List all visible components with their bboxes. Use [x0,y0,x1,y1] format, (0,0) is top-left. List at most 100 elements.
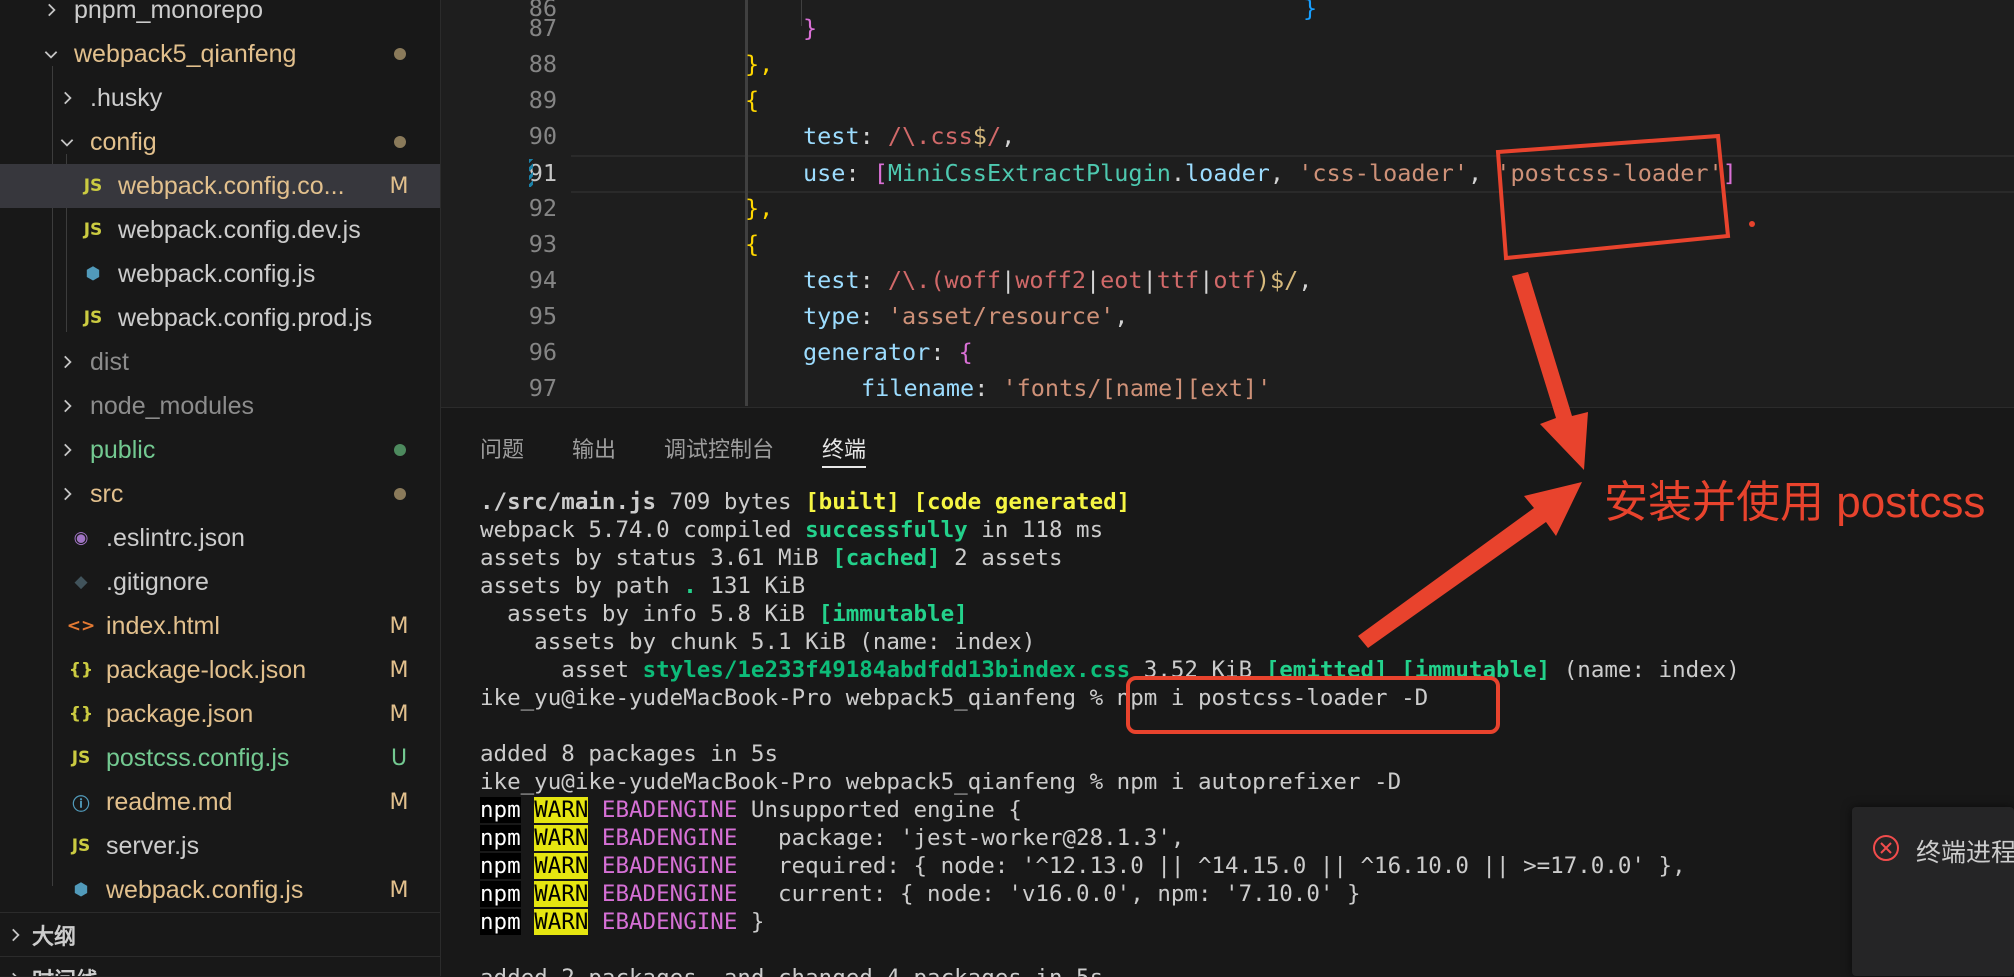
terminal-text: Unsupported engine { [737,797,1022,823]
sidebar-item-server-js[interactable]: JS server.js [0,824,440,868]
code-token: MiniCssExtractPlugin [887,159,1171,187]
sidebar-item-dist[interactable]: dist [0,340,440,384]
sidebar-item-webpack-config-prod-js[interactable]: JS webpack.config.prod.js [0,296,440,340]
sidebar-item-label: pnpm_monorepo [74,0,264,24]
error-icon [1872,834,1900,862]
code-token: { [745,86,760,114]
code-token: , [1269,159,1299,187]
sidebar-item--gitignore[interactable]: ◆ .gitignore [0,560,440,604]
notification-toast[interactable]: 终端进程 [1852,807,2014,976]
terminal-text: EBADENGINE [601,909,738,935]
terminal-text: npm [480,909,521,935]
terminal-text: [emitted] [immutable] [1265,657,1551,683]
code-token: 'asset/resource' [887,302,1115,330]
git-status-badge: M [389,701,409,727]
sidebar-item-readme-md[interactable]: ⓘ readme.md M [0,780,440,824]
terminal-text: WARN [534,909,589,935]
file-type-icon: ◉ [73,528,89,548]
sidebar-item-pnpm-monorepo[interactable]: pnpm_monorepo [0,0,440,32]
sidebar-item-node-modules[interactable]: node_modules [0,384,440,428]
line-number: 89 [528,86,557,114]
terminal-warn-line: npm WARN EBADENGINE } [480,908,1740,936]
sidebar-item-package-json[interactable]: {} package.json M [0,692,440,736]
file-type-icon: <> [66,616,96,636]
code-token: )$/ [1255,266,1299,294]
git-status-dot [394,488,406,500]
code-editor[interactable]: 86 } 87 } 88 }, 89 { 90 test: /\.css$/, … [441,0,2014,406]
sidebar-item-webpack-config-co-[interactable]: JS webpack.config.co... M [0,164,440,208]
terminal-line: ike_yu@ike-yudeMacBook-Pro webpack5_qian… [480,684,1740,712]
line-number: 97 [528,374,557,402]
sidebar-item-public[interactable]: public [0,428,440,472]
terminal-warn-line: npm WARN EBADENGINE package: 'jest-worke… [480,824,1740,852]
terminal-text: npm [480,881,521,907]
tab-terminal[interactable]: 终端 [822,432,867,468]
terminal-warn-line: npm WARN EBADENGINE required: { node: '^… [480,852,1740,880]
file-type-icon: {} [68,704,94,724]
file-type-icon: ⓘ [72,794,90,815]
file-type-icon: JS [83,308,103,328]
chevron-right-icon [56,483,78,505]
terminal-text: asset [480,657,643,683]
tab-debug-console[interactable]: 调试控制台 [664,432,774,466]
timeline-section-header[interactable]: 时间线 [0,956,440,976]
terminal-warn-line: npm WARN EBADENGINE current: { node: 'v1… [480,880,1740,908]
timeline-label: 时间线 [32,963,98,976]
code-line-92: 92 }, [441,190,2014,226]
git-status-badge: U [390,745,408,771]
outline-label: 大纲 [32,924,77,949]
code-token: /\. [887,122,931,150]
chevron-right-icon [56,395,78,417]
terminal-text: WARN [534,797,589,823]
code-token: $ [972,122,987,150]
code-token: [ [873,159,888,187]
chevron-down-icon [40,43,62,65]
tab-problems[interactable]: 问题 [480,432,524,466]
sidebar-item-webpack-config-dev-js[interactable]: JS webpack.config.dev.js [0,208,440,252]
git-status-badge: M [389,657,409,683]
terminal-text: styles/1e233f49184abdfdd13bindex.css [642,657,1131,683]
code-token: loader [1185,159,1270,187]
sidebar-item-postcss-config-js[interactable]: JS postcss.config.js U [0,736,440,780]
code-token: 'postcss-loader' [1496,159,1723,187]
terminal-text: [built] [code generated] [805,489,1131,515]
sidebar-item-webpack-config-js[interactable]: ⬢ webpack.config.js M [0,868,440,912]
code-token: : [974,374,1003,402]
chevron-right-icon [56,87,78,109]
terminal-line: assets by path . 131 KiB [480,572,1740,600]
sidebar-item-label: webpack.config.js [106,875,304,904]
sidebar-item--husky[interactable]: .husky [0,76,440,120]
terminal-text: npm [480,797,521,823]
code-token: | [1142,266,1157,294]
sidebar-item-label: package-lock.json [106,655,307,684]
chevron-right-icon [4,924,26,946]
line-number: 90 [528,122,557,150]
code-token: ] [1722,159,1737,187]
sidebar-item-index-html[interactable]: <> index.html M [0,604,440,648]
sidebar-item--eslintrc-json[interactable]: ◉ .eslintrc.json [0,516,440,560]
terminal-line: assets by chunk 5.1 KiB (name: index) [480,629,1036,655]
sidebar-item-label: webpack.config.dev.js [118,215,361,244]
outline-section-header[interactable]: 大纲 [0,912,440,957]
code-line-88: 88 }, [441,46,2014,82]
terminal-line: asset styles/1e233f49184abdfdd13bindex.c… [480,656,1740,684]
sidebar-item-package-lock-json[interactable]: {} package-lock.json M [0,648,440,692]
sidebar-item-webpack-config-js[interactable]: ⬢ webpack.config.js [0,252,440,296]
terminal-text: [immutable] [818,601,968,627]
code-token: : [845,159,874,187]
sidebar-item-label: package.json [106,699,254,728]
terminal-text: npm [480,825,521,851]
terminal-text: WARN [534,881,589,907]
tab-output[interactable]: 输出 [572,432,616,466]
sidebar-item-label: postcss.config.js [106,743,290,772]
git-status-badge: M [389,877,409,903]
code-token: use [803,159,846,187]
code-token: | [1085,266,1101,294]
terminal-text: assets by status 3.61 MiB [480,545,833,571]
sidebar-item-webpack5-qianfeng[interactable]: webpack5_qianfeng [0,32,440,76]
terminal-output[interactable]: ./src/main.js 709 bytes [built] [code ge… [480,488,1740,977]
sidebar-item-src[interactable]: src [0,472,440,516]
sidebar-item-config[interactable]: config [0,120,440,164]
code-token: . [1170,159,1186,187]
chevron-right-icon [40,0,62,21]
